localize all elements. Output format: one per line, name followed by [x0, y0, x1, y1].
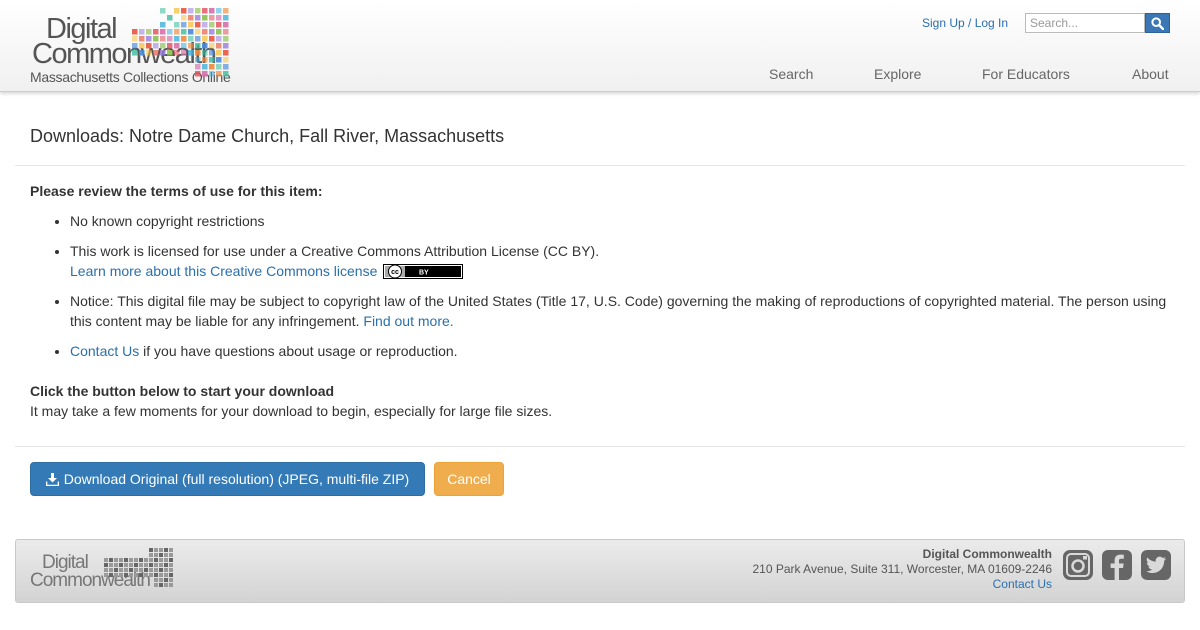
cc-badge-by: BY — [419, 270, 429, 277]
terms-item-contact: Contact Us if you have questions about u… — [70, 341, 1170, 361]
page-title: Downloads: Notre Dame Church, Fall River… — [30, 126, 505, 146]
footer-org-name: Digital Commonwealth — [922, 547, 1052, 561]
search-input[interactable] — [1025, 13, 1145, 33]
download-divider — [15, 446, 1185, 447]
download-button-label: Download Original (full resolution) (JPE… — [63, 471, 410, 487]
title-divider — [15, 165, 1185, 166]
site-footer: Digital Commonwealth Digital Commonwealt… — [15, 539, 1185, 603]
copyright-text: No known copyright restrictions — [70, 213, 265, 229]
nav-for-educators[interactable]: For Educators — [982, 66, 1070, 82]
terms-item-license: This work is licensed for use under a Cr… — [70, 241, 1170, 281]
terms-heading: Please review the terms of use for this … — [30, 183, 323, 199]
search-button[interactable] — [1145, 13, 1170, 33]
cc-badge-cc: cc — [391, 269, 399, 276]
creative-commons-link[interactable]: Learn more about this Creative Commons l… — [70, 263, 377, 279]
contact-text: if you have questions about usage or rep… — [139, 343, 458, 359]
nav-about[interactable]: About — [1132, 66, 1169, 82]
facebook-icon — [1102, 550, 1132, 580]
nav-search[interactable]: Search — [769, 66, 813, 82]
site-header: Digital Commonwealth Massachusetts Colle… — [0, 0, 1200, 92]
sign-up-log-in-link[interactable]: Sign Up / Log In — [922, 16, 1008, 30]
license-text: This work is licensed for use under a Cr… — [70, 243, 600, 259]
facebook-link[interactable] — [1101, 549, 1133, 581]
find-out-more-link[interactable]: Find out more. — [363, 313, 453, 329]
notice-text: Notice: This digital file may be subject… — [70, 293, 1167, 329]
terms-list: No known copyright restrictions This wor… — [30, 211, 1170, 371]
footer-logo-mosaic-icon — [104, 548, 173, 587]
footer-contact-link[interactable]: Contact Us — [993, 577, 1052, 591]
footer-logo[interactable]: Digital Commonwealth — [30, 548, 180, 594]
twitter-link[interactable] — [1140, 549, 1172, 581]
terms-item-notice: Notice: This digital file may be subject… — [70, 291, 1170, 331]
main-nav: Search Explore For Educators About — [0, 66, 1200, 86]
download-heading: Click the button below to start your dow… — [30, 383, 335, 399]
instagram-icon — [1063, 550, 1093, 580]
twitter-icon — [1141, 550, 1171, 580]
footer-contact-block: Digital Commonwealth 210 Park Avenue, Su… — [752, 547, 1052, 592]
terms-item-copyright: No known copyright restrictions — [70, 211, 1170, 231]
instagram-link[interactable] — [1062, 549, 1094, 581]
download-icon — [45, 472, 59, 486]
footer-address: 210 Park Avenue, Suite 311, Worcester, M… — [752, 562, 1052, 576]
cc-by-badge-icon[interactable]: cc BY — [383, 264, 464, 279]
nav-explore[interactable]: Explore — [874, 66, 921, 82]
download-original-button[interactable]: Download Original (full resolution) (JPE… — [30, 462, 425, 496]
download-note: It may take a few moments for your downl… — [30, 403, 553, 419]
magnifier-icon — [1151, 16, 1164, 30]
cancel-button[interactable]: Cancel — [434, 462, 504, 496]
contact-us-link[interactable]: Contact Us — [70, 343, 139, 359]
